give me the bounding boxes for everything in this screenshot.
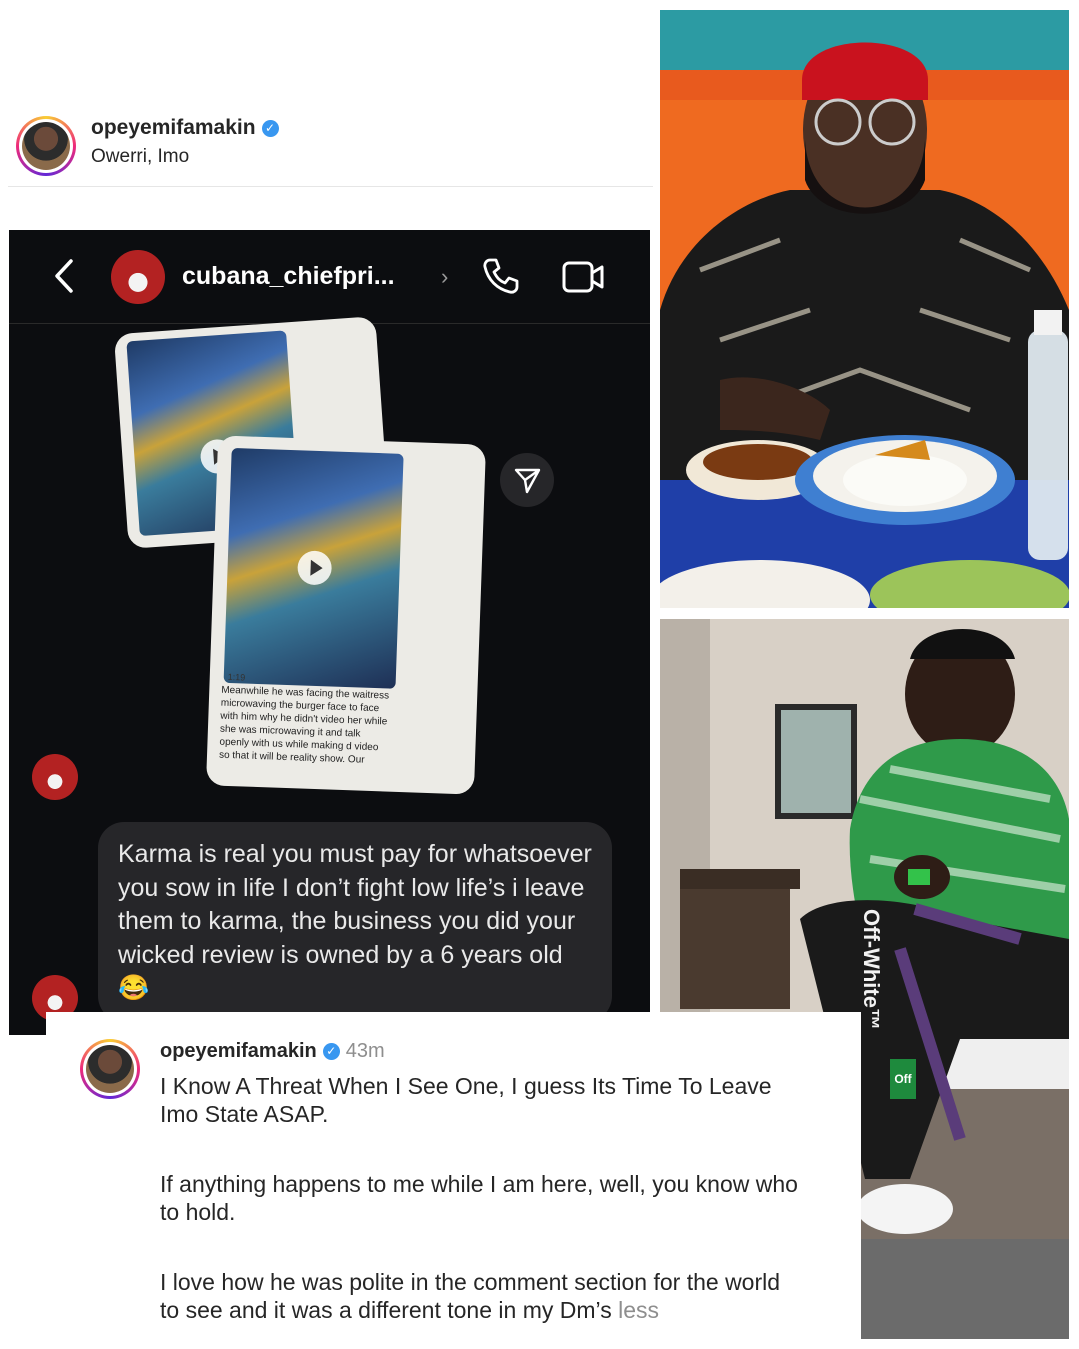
caption-header: opeyemifamakin ✓ 43m: [160, 1040, 385, 1063]
caption-paragraph-3-text: I love how he was polite in the comment …: [160, 1269, 781, 1323]
caption-paragraph-1: I Know A Threat When I See One, I guess …: [160, 1073, 772, 1127]
caption-paragraph-3: I love how he was polite in the comment …: [160, 1268, 800, 1324]
photo-illustration: [660, 10, 1069, 608]
pants-brand-text: Off-White™: [859, 909, 884, 1030]
username-row: opeyemifamakin ✓: [91, 116, 279, 140]
post-time: 43m: [345, 1040, 385, 1062]
post-header-top: opeyemifamakin ✓ Owerri, Imo: [8, 110, 653, 187]
post-caption: opeyemifamakin ✓ 43m I Know A Threat When …: [46, 1012, 861, 1349]
shared-video-card[interactable]: 1:19 Meanwhile he was facing the waitres…: [205, 435, 487, 795]
location[interactable]: Owerri, Imo: [91, 146, 189, 168]
dm-header: cubana_chiefpri... ›: [9, 230, 650, 324]
less-link[interactable]: less: [618, 1297, 659, 1323]
caption-paragraph-2: If anything happens to me while I am her…: [160, 1171, 798, 1225]
phone-icon[interactable]: [481, 256, 521, 296]
caption-username[interactable]: opeyemifamakin: [160, 1040, 317, 1062]
username[interactable]: opeyemifamakin: [91, 116, 256, 139]
back-arrow-icon[interactable]: [49, 258, 79, 294]
caption-avatar[interactable]: [80, 1039, 140, 1099]
video-call-icon[interactable]: [561, 258, 605, 296]
contact-avatar[interactable]: [111, 250, 165, 304]
chevron-right-icon[interactable]: ›: [441, 264, 448, 290]
video-caption: Meanwhile he was facing the waitress mic…: [218, 684, 390, 766]
verified-badge-icon: ✓: [322, 1043, 340, 1060]
video-duration: 1:19: [227, 671, 246, 683]
message-text: Karma is real you must pay for whatsoeve…: [118, 840, 592, 1002]
pants-tag: Off: [890, 1059, 916, 1099]
send-icon: [514, 468, 541, 494]
verified-badge-icon: ✓: [261, 120, 279, 137]
sender-avatar[interactable]: [32, 754, 78, 800]
message-bubble[interactable]: Karma is real you must pay for whatsoeve…: [98, 822, 612, 1022]
contact-name[interactable]: cubana_chiefpri...: [182, 262, 395, 291]
share-button[interactable]: [500, 453, 554, 507]
profile-avatar[interactable]: [16, 116, 76, 176]
photo-man-with-meal: [660, 10, 1069, 608]
dm-screenshot: cubana_chiefpri... › 1:19 Meanwhile he w…: [9, 230, 650, 1035]
